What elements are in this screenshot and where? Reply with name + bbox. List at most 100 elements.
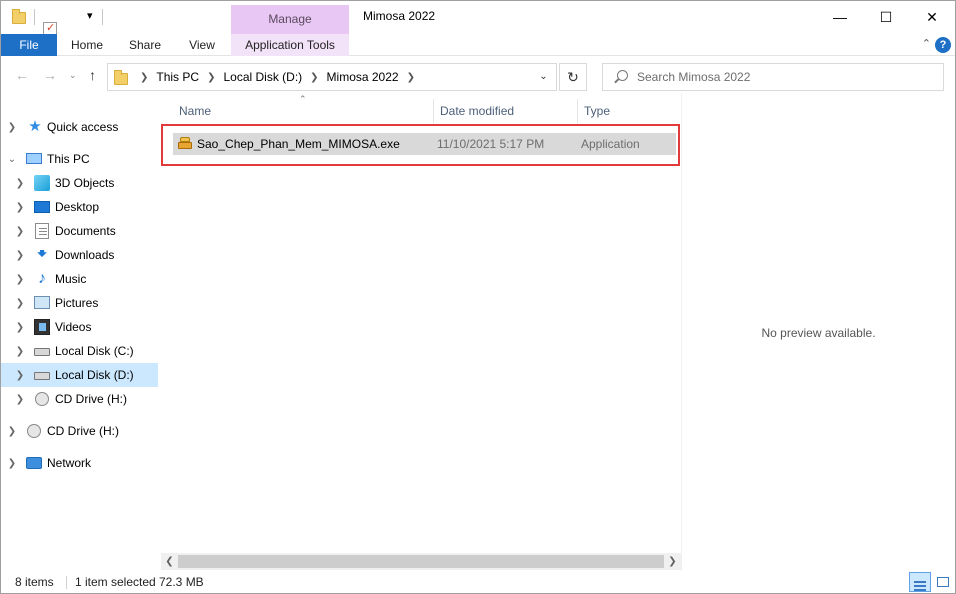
- column-header-name[interactable]: Name: [179, 99, 211, 123]
- tab-file[interactable]: File: [1, 34, 57, 56]
- expand-chevron-icon[interactable]: ❯: [7, 426, 17, 437]
- scroll-left-icon[interactable]: ❮: [161, 553, 178, 570]
- column-divider[interactable]: [433, 99, 434, 123]
- computer-icon: [26, 153, 42, 164]
- nav-item-quick-access[interactable]: ❯ ★ Quick access: [1, 115, 158, 139]
- close-button[interactable]: ✕: [909, 1, 955, 33]
- expand-chevron-icon[interactable]: ❯: [7, 122, 17, 133]
- expand-chevron-icon[interactable]: ❯: [15, 394, 25, 405]
- nav-item-desktop[interactable]: ❯ Desktop: [1, 195, 158, 219]
- maximize-button[interactable]: ☐: [863, 1, 909, 33]
- nav-item-cd-drive-h[interactable]: ❯ CD Drive (H:): [1, 387, 158, 411]
- status-divider: [66, 576, 67, 589]
- refresh-button[interactable]: ↻: [559, 63, 587, 91]
- horizontal-scrollbar[interactable]: ❮ ❯: [161, 553, 681, 570]
- expand-chevron-icon[interactable]: ❯: [15, 226, 25, 237]
- breadcrumb-mimosa-2022[interactable]: Mimosa 2022: [327, 70, 399, 84]
- up-arrow-icon: ↑: [89, 67, 96, 83]
- nav-item-pictures[interactable]: ❯ Pictures: [1, 291, 158, 315]
- search-input[interactable]: [637, 64, 937, 90]
- details-view-button[interactable]: [909, 572, 931, 592]
- tab-share[interactable]: Share: [119, 34, 171, 56]
- expand-chevron-icon[interactable]: ❯: [15, 178, 25, 189]
- breadcrumb-this-pc[interactable]: This PC: [156, 70, 199, 84]
- collapse-ribbon-icon[interactable]: ⌃: [922, 37, 931, 50]
- nav-item-music[interactable]: ❯ ♪ Music: [1, 267, 158, 291]
- nav-item-label: Videos: [55, 320, 92, 334]
- expand-chevron-icon[interactable]: ❯: [15, 274, 25, 285]
- nav-item-videos[interactable]: ❯ Videos: [1, 315, 158, 339]
- search-box[interactable]: [602, 63, 944, 91]
- star-icon: ★: [28, 118, 42, 135]
- address-bar[interactable]: ❯ This PC ❯ Local Disk (D:) ❯ Mimosa 202…: [107, 63, 557, 91]
- maximize-icon: ☐: [879, 9, 893, 25]
- desktop-icon: [34, 201, 50, 213]
- tab-application-tools[interactable]: Application Tools: [231, 34, 349, 56]
- breadcrumb: ❯ This PC ❯ Local Disk (D:) ❯ Mimosa 202…: [132, 64, 423, 90]
- tab-home[interactable]: Home: [61, 34, 113, 56]
- expand-chevron-icon[interactable]: ❯: [15, 370, 25, 381]
- expand-chevron-icon[interactable]: ❯: [15, 250, 25, 261]
- file-list-pane: ⌃ Name Date modified Type Sao_Chep_Phan_…: [161, 93, 681, 571]
- recent-locations-button[interactable]: ⌄: [69, 70, 77, 81]
- address-dropdown-button[interactable]: ⌄: [530, 64, 556, 90]
- column-header-date-modified[interactable]: Date modified: [440, 99, 514, 123]
- nav-item-label: Desktop: [55, 200, 100, 214]
- film-icon: [34, 319, 50, 335]
- music-note-icon: ♪: [38, 270, 46, 287]
- customize-toolbar-icon[interactable]: ▾: [87, 9, 93, 22]
- toolbar-divider: [34, 9, 35, 25]
- nav-item-label: Music: [55, 272, 87, 286]
- picture-icon: [34, 296, 50, 309]
- large-icons-view-icon: [937, 577, 949, 587]
- nav-item-downloads[interactable]: ❯ 🠻 Downloads: [1, 243, 158, 267]
- breadcrumb-separator-icon[interactable]: ❯: [407, 72, 415, 83]
- scroll-right-icon[interactable]: ❯: [664, 553, 681, 570]
- ribbon-tabs: File Home Share View Application Tools ⌃…: [1, 34, 955, 56]
- back-button[interactable]: ←: [15, 67, 29, 83]
- back-arrow-icon: ←: [15, 67, 29, 83]
- network-icon: [26, 457, 42, 469]
- file-explorer-window: ▾ Manage Mimosa 2022 — ☐ ✕ File Home Sha…: [0, 0, 956, 594]
- large-icons-view-button[interactable]: [932, 572, 954, 592]
- collapse-chevron-icon[interactable]: ⌄: [7, 154, 17, 165]
- drive-icon: [34, 348, 50, 356]
- minimize-button[interactable]: —: [817, 1, 863, 33]
- breadcrumb-separator-icon[interactable]: ❯: [310, 72, 318, 83]
- nav-item-label: Local Disk (C:): [55, 344, 134, 358]
- address-row: ← → ⌄ ↑ ❯ This PC ❯ Local Disk (D:) ❯ Mi…: [1, 61, 955, 93]
- column-header-type[interactable]: Type: [584, 99, 610, 123]
- expand-chevron-icon[interactable]: ❯: [15, 298, 25, 309]
- title-bar: ▾ Manage Mimosa 2022 — ☐ ✕: [1, 1, 955, 51]
- tab-view[interactable]: View: [177, 34, 227, 56]
- expand-chevron-icon[interactable]: ❯: [15, 202, 25, 213]
- nav-item-local-disk-c[interactable]: ❯ Local Disk (C:): [1, 339, 158, 363]
- nav-item-label: Local Disk (D:): [55, 368, 134, 382]
- manage-contextual-tab[interactable]: Manage: [231, 5, 349, 34]
- nav-item-label: Downloads: [55, 248, 115, 262]
- nav-item-this-pc[interactable]: ⌄ This PC: [1, 147, 158, 171]
- expand-chevron-icon[interactable]: ❯: [15, 322, 25, 333]
- breadcrumb-separator-icon[interactable]: ❯: [207, 72, 215, 83]
- expand-chevron-icon[interactable]: ❯: [15, 346, 25, 357]
- help-icon[interactable]: ?: [935, 37, 951, 53]
- status-size: 72.3 MB: [159, 575, 204, 589]
- nav-item-3d-objects[interactable]: ❯ 3D Objects: [1, 171, 158, 195]
- status-item-count: 8 items: [15, 575, 54, 589]
- breadcrumb-separator-icon[interactable]: ❯: [140, 72, 148, 83]
- column-divider[interactable]: [577, 99, 578, 123]
- nav-item-label: Quick access: [47, 120, 119, 134]
- nav-item-local-disk-d[interactable]: ❯ Local Disk (D:): [1, 363, 158, 387]
- expand-chevron-icon[interactable]: ❯: [7, 458, 17, 469]
- nav-item-cd-drive-h-root[interactable]: ❯ CD Drive (H:): [1, 419, 158, 443]
- close-icon: ✕: [926, 9, 938, 25]
- scrollbar-thumb[interactable]: [178, 555, 664, 568]
- nav-item-network[interactable]: ❯ Network: [1, 451, 158, 475]
- up-button[interactable]: ↑: [89, 67, 96, 83]
- nav-item-documents[interactable]: ❯ Documents: [1, 219, 158, 243]
- breadcrumb-local-disk-d[interactable]: Local Disk (D:): [223, 70, 302, 84]
- drive-icon: [34, 372, 50, 380]
- nav-item-label: Documents: [55, 224, 116, 238]
- navigation-pane: ❯ ★ Quick access ⌄ This PC ❯ 3D Objects …: [1, 109, 159, 569]
- forward-button[interactable]: →: [43, 67, 57, 83]
